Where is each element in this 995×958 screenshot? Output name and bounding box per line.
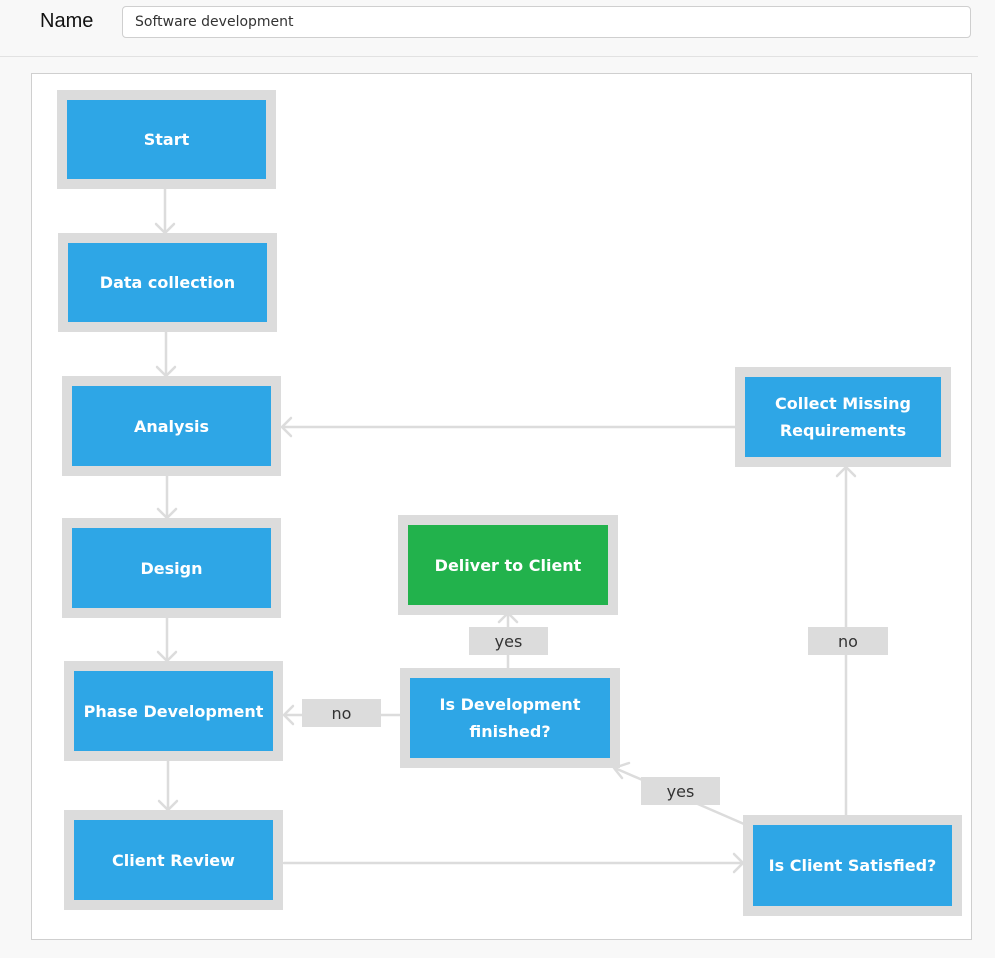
node-phase-development[interactable]: Phase Development <box>64 661 283 761</box>
node-deliver-to-client[interactable]: Deliver to Client <box>398 515 618 615</box>
edge-label-satisfied-no: no <box>808 627 888 655</box>
node-client-review[interactable]: Client Review <box>64 810 283 910</box>
edge-label-satisfied-yes: yes <box>641 777 720 805</box>
node-collect-missing-requirements[interactable]: Collect Missing Requirements <box>735 367 951 467</box>
node-is-client-satisfied[interactable]: Is Client Satisfied? <box>743 815 962 916</box>
node-is-development-finished[interactable]: Is Development finished? <box>400 668 620 768</box>
name-row: Name <box>0 0 978 57</box>
node-start[interactable]: Start <box>57 90 276 189</box>
node-design[interactable]: Design <box>62 518 281 618</box>
node-data-collection[interactable]: Data collection <box>58 233 277 332</box>
name-input[interactable] <box>122 6 971 38</box>
edge-label-dev-finished-yes: yes <box>469 627 548 655</box>
node-analysis[interactable]: Analysis <box>62 376 281 476</box>
name-label: Name <box>40 10 94 32</box>
edge-label-dev-finished-no: no <box>302 699 381 727</box>
diagram-canvas[interactable]: Start Data collection Analysis Design Ph… <box>31 73 972 940</box>
